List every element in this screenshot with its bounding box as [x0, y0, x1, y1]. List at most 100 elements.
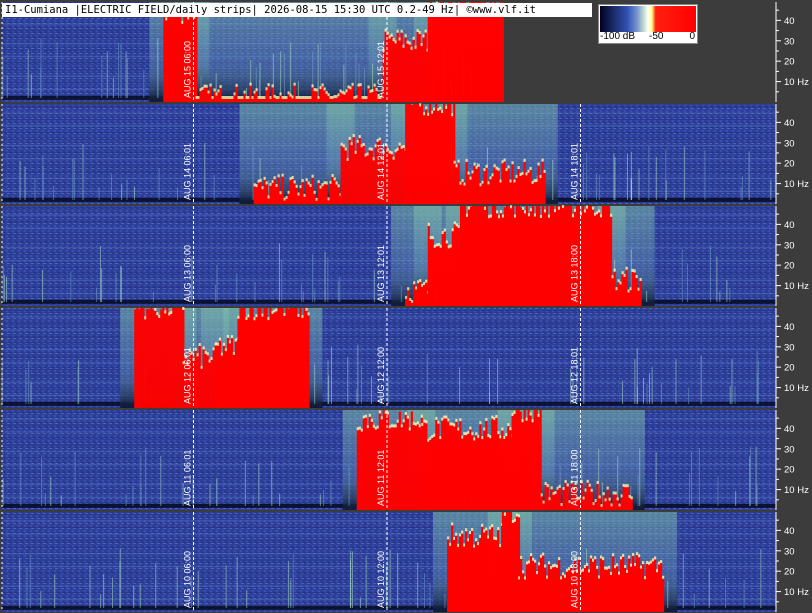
- red-column: [243, 308, 246, 408]
- column-fringe: [273, 94, 276, 98]
- red-column: [301, 99, 304, 102]
- red-column: [364, 156, 367, 204]
- column-fringe: [225, 96, 228, 99]
- red-column: [414, 48, 417, 102]
- column-fringe: [517, 514, 521, 518]
- red-column: [540, 557, 543, 612]
- red-column: [469, 179, 472, 204]
- column-fringe: [214, 342, 218, 346]
- column-fringe: [378, 410, 381, 414]
- red-column: [204, 353, 207, 408]
- column-fringe: [390, 424, 393, 428]
- red-column: [481, 439, 484, 510]
- column-fringe: [327, 197, 330, 201]
- column-fringe: [543, 209, 547, 213]
- red-column: [202, 349, 205, 408]
- red-column: [372, 160, 375, 204]
- column-fringe: [606, 566, 609, 570]
- column-fringe: [212, 347, 215, 351]
- red-column: [201, 89, 204, 102]
- column-fringe: [281, 173, 284, 177]
- red-column: [416, 32, 419, 102]
- column-fringe: [556, 564, 559, 568]
- red-column: [525, 206, 529, 306]
- column-fringe: [345, 89, 348, 93]
- red-column: [632, 555, 635, 612]
- column-fringe: [261, 186, 264, 190]
- column-fringe: [394, 149, 397, 153]
- column-fringe: [437, 420, 440, 424]
- red-column: [445, 108, 448, 204]
- column-fringe: [469, 176, 472, 180]
- column-fringe: [333, 177, 336, 181]
- red-column: [552, 495, 555, 510]
- column-fringe: [564, 480, 567, 484]
- red-column: [491, 206, 495, 306]
- column-fringe: [469, 531, 472, 535]
- red-column: [477, 437, 480, 510]
- column-fringe: [479, 534, 482, 538]
- red-column: [267, 86, 270, 102]
- red-column: [227, 99, 230, 102]
- red-column: [178, 308, 181, 408]
- strip-separator: [0, 408, 812, 410]
- red-column: [602, 560, 605, 612]
- red-column: [219, 88, 222, 102]
- red-column: [259, 99, 262, 102]
- red-column: [435, 419, 438, 510]
- freq-tick-label: 40: [784, 424, 795, 435]
- red-column: [421, 286, 424, 306]
- red-column: [608, 568, 611, 612]
- column-fringe: [654, 556, 657, 560]
- column-fringe: [211, 96, 214, 99]
- column-fringe: [546, 575, 549, 579]
- column-fringe: [237, 96, 240, 99]
- red-column: [449, 2, 452, 102]
- column-fringe: [475, 432, 478, 436]
- red-column: [433, 11, 436, 102]
- red-column: [547, 217, 551, 306]
- red-column: [542, 503, 545, 510]
- red-column: [437, 423, 440, 510]
- column-fringe: [376, 138, 379, 142]
- red-column: [289, 180, 292, 204]
- column-fringe: [614, 491, 617, 495]
- red-column: [348, 139, 351, 204]
- red-column: [481, 2, 484, 102]
- column-fringe: [619, 281, 622, 285]
- red-column: [305, 99, 308, 102]
- red-column: [350, 145, 353, 204]
- column-fringe: [321, 183, 324, 187]
- red-column: [319, 188, 322, 204]
- red-column: [297, 99, 300, 102]
- column-fringe: [309, 96, 312, 99]
- red-column: [467, 433, 470, 510]
- red-column: [612, 556, 615, 612]
- red-column: [404, 414, 407, 510]
- column-fringe: [356, 427, 359, 431]
- red-column: [142, 308, 145, 408]
- strip-1: AUG 14 06:01 AUG 14 12:01 AUG 14 18:01 40 30…: [0, 103, 812, 206]
- column-fringe: [451, 228, 454, 232]
- red-column: [467, 541, 470, 612]
- column-fringe: [271, 180, 274, 184]
- red-column: [503, 161, 506, 204]
- freq-tick-label: 40: [784, 220, 795, 231]
- column-fringe: [463, 182, 466, 186]
- column-fringe: [638, 554, 641, 558]
- column-fringe: [372, 157, 375, 161]
- column-fringe: [424, 29, 427, 33]
- red-column: [233, 95, 236, 102]
- red-column: [483, 171, 486, 204]
- red-column: [523, 410, 526, 510]
- red-column: [629, 290, 632, 306]
- red-column: [465, 531, 468, 612]
- column-fringe: [639, 277, 642, 281]
- time-marker-label: AUG 14 06:01: [183, 143, 193, 200]
- red-column: [345, 92, 348, 102]
- strip-4: AUG 11 06:01 AUG 11 12:01 AUG 11 18:00 40 30…: [0, 410, 812, 512]
- red-column: [367, 88, 370, 102]
- column-fringe: [593, 212, 597, 216]
- column-fringe: [439, 244, 442, 248]
- red-column: [523, 213, 527, 306]
